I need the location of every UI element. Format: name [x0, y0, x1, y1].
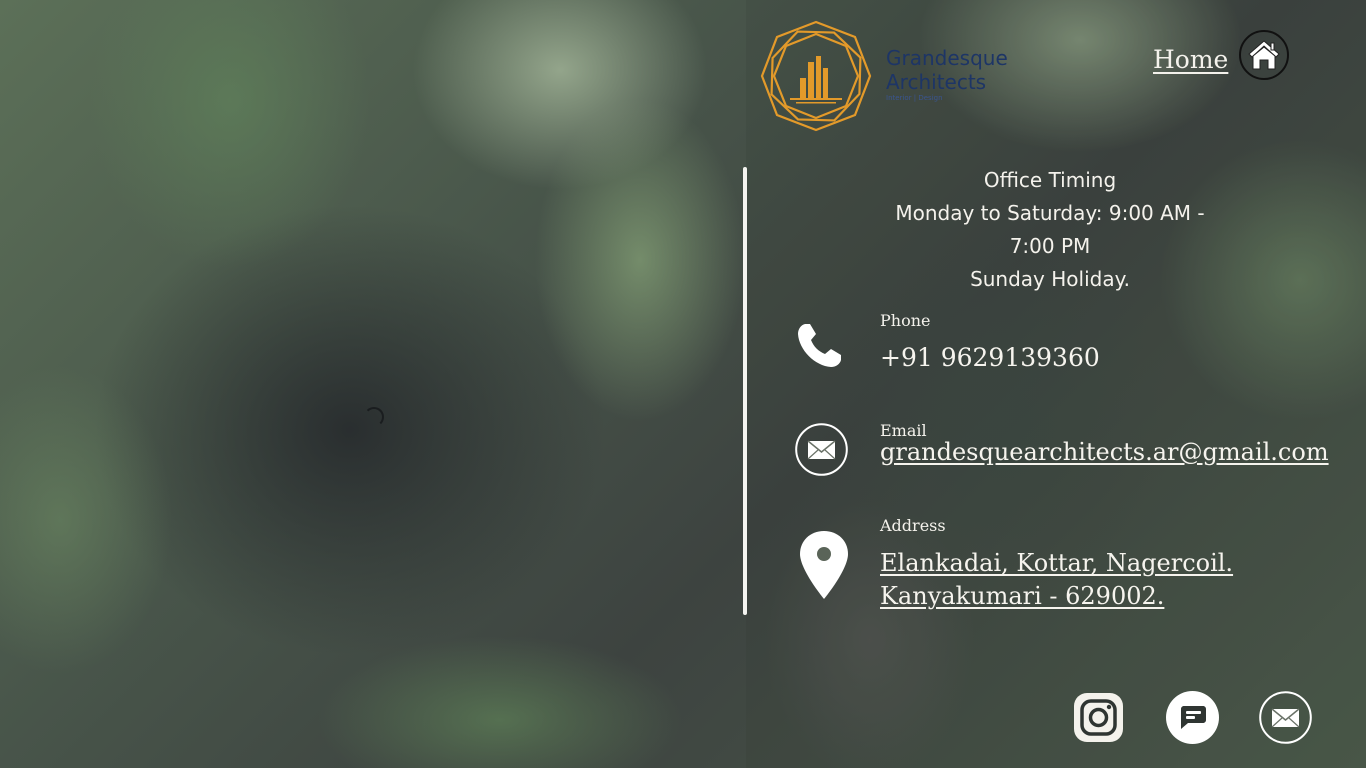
- email-icon-circle: [795, 423, 848, 476]
- brand-wordmark: Grandesque Architects Interior | Design: [886, 46, 1008, 103]
- instagram-icon: [1074, 693, 1123, 742]
- email-social-button[interactable]: [1259, 691, 1312, 744]
- vertical-divider: [743, 167, 747, 615]
- office-timing-holiday: Sunday Holiday.: [970, 267, 1130, 291]
- office-timing: Office Timing Monday to Saturday: 9:00 A…: [880, 164, 1220, 296]
- envelope-icon: [1259, 691, 1312, 744]
- logo-mark-icon: [760, 20, 872, 132]
- chat-button[interactable]: [1166, 691, 1219, 744]
- envelope-icon: [795, 423, 848, 476]
- gallery-panel: [0, 0, 746, 768]
- address-label: Address: [880, 516, 946, 535]
- address-link[interactable]: Elankadai, Kottar, Nagercoil. Kanyakumar…: [880, 547, 1233, 613]
- map-pin-icon: [798, 530, 850, 600]
- phone-number[interactable]: +91 9629139360: [880, 343, 1100, 372]
- phone-icon: [793, 318, 847, 372]
- chat-bubble-icon: [1166, 691, 1219, 744]
- email-link[interactable]: grandesquearchitects.ar@gmail.com: [880, 438, 1329, 466]
- brand-logo[interactable]: Grandesque Architects Interior | Design: [760, 20, 1016, 132]
- nav-home-link[interactable]: Home: [1153, 45, 1228, 74]
- office-timing-heading: Office Timing: [983, 168, 1117, 192]
- office-timing-hours: Monday to Saturday: 9:00 AM - 7:00 PM: [895, 201, 1205, 258]
- house-icon: [1248, 40, 1280, 70]
- instagram-button[interactable]: [1072, 691, 1125, 744]
- brand-name-line1: Grandesque: [886, 46, 1008, 70]
- brand-name-line2: Architects: [886, 70, 987, 94]
- address-line2: Kanyakumari - 629002.: [880, 582, 1165, 610]
- address-line1: Elankadai, Kottar, Nagercoil.: [880, 549, 1234, 577]
- home-button[interactable]: [1239, 30, 1289, 80]
- brand-tagline: Interior | Design: [886, 94, 943, 102]
- loading-spinner: [364, 407, 384, 427]
- phone-label: Phone: [880, 311, 931, 330]
